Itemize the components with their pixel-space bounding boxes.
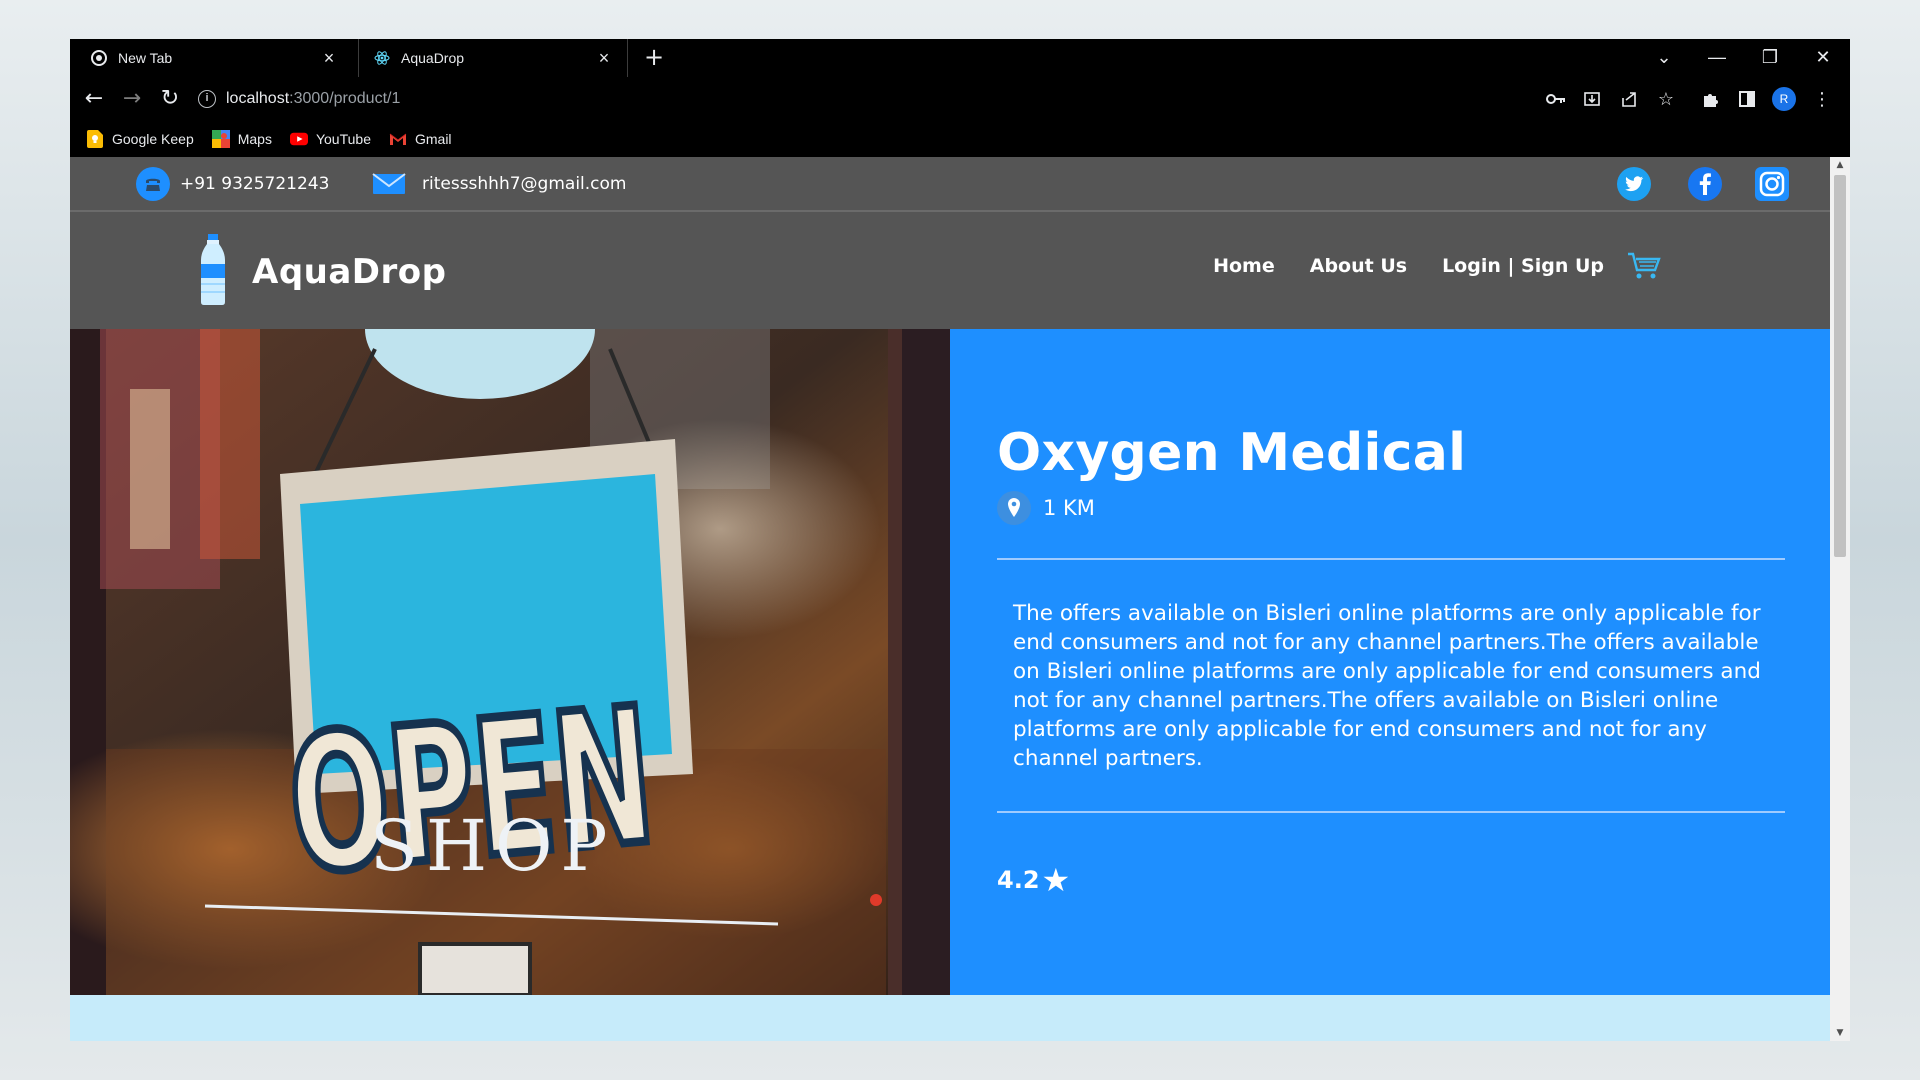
twitter-icon[interactable] — [1615, 165, 1653, 203]
menu-kebab-icon[interactable]: ⋮ — [1806, 83, 1838, 115]
distance-info: 1 KM — [997, 491, 1095, 525]
scroll-up-arrow-icon[interactable]: ▲ — [1830, 157, 1850, 173]
address-row: ← → ↻ i localhost:3000/product/1 ☆ R ⋮ — [70, 77, 1850, 121]
react-icon — [373, 49, 391, 67]
close-tab-icon[interactable]: × — [320, 48, 338, 69]
divider-top — [997, 558, 1785, 560]
bookmark-youtube[interactable]: YouTube — [289, 130, 371, 148]
reload-icon[interactable]: ↻ — [154, 83, 186, 115]
site-info-icon[interactable]: i — [198, 90, 216, 108]
facebook-icon[interactable] — [1686, 165, 1724, 203]
forward-arrow-icon[interactable]: → — [116, 83, 148, 115]
bookmark-gmail[interactable]: Gmail — [389, 130, 452, 148]
url-path: :3000/product/1 — [289, 90, 401, 107]
phone-contact[interactable]: +91 9325721243 — [136, 167, 329, 201]
bookmark-maps[interactable]: Maps — [211, 130, 272, 148]
tab-title: AquaDrop — [401, 50, 465, 66]
email-contact[interactable]: ritessshhh7@gmail.com — [372, 167, 626, 201]
page-viewport: +91 9325721243 ritessshhh7@gmail.com Aqu… — [70, 157, 1830, 1041]
contact-bar: +91 9325721243 ritessshhh7@gmail.com — [70, 157, 1830, 212]
browser-window: New Tab × AquaDrop × + ⌄ — ❐ ✕ ← → ↻ i l… — [70, 39, 1850, 1041]
side-panel-icon[interactable] — [1731, 83, 1763, 115]
nav-about-link[interactable]: About Us — [1310, 255, 1407, 277]
instagram-icon[interactable] — [1753, 165, 1791, 203]
key-icon[interactable] — [1540, 83, 1572, 115]
page-scrollbar[interactable]: ▲ ▼ — [1830, 157, 1850, 1041]
url-host: localhost — [226, 90, 290, 107]
phone-number: +91 9325721243 — [180, 174, 330, 194]
main-navbar: AquaDrop Home About Us Login | Sign Up — [70, 212, 1830, 329]
scroll-down-arrow-icon[interactable]: ▼ — [1830, 1025, 1850, 1041]
back-arrow-icon[interactable]: ← — [78, 83, 110, 115]
scrollbar-thumb[interactable] — [1834, 175, 1846, 557]
minimize-button[interactable]: — — [1691, 39, 1743, 77]
tab-aquadrop[interactable]: AquaDrop × — [358, 39, 628, 77]
brand-name: AquaDrop — [252, 252, 447, 292]
rating: 4.2 ★ — [997, 864, 1070, 896]
mail-icon — [372, 167, 406, 201]
product-title: Oxygen Medical — [997, 423, 1467, 483]
gmail-icon — [389, 130, 407, 148]
close-tab-icon[interactable]: × — [595, 48, 613, 69]
address-bar[interactable]: i localhost:3000/product/1 — [198, 83, 1508, 115]
nav-login-link[interactable]: Login | Sign Up — [1442, 255, 1604, 277]
maps-icon — [211, 130, 230, 148]
new-tab-button[interactable]: + — [640, 44, 668, 72]
chrome-icon — [90, 49, 108, 67]
youtube-icon — [289, 130, 308, 148]
location-pin-icon — [997, 491, 1031, 525]
product-description: The offers available on Bisleri online p… — [1013, 601, 1761, 771]
email-address: ritessshhh7@gmail.com — [422, 174, 627, 194]
restore-button[interactable]: ❐ — [1744, 39, 1796, 77]
bookmarks-bar: Google Keep Maps YouTube Gmail — [70, 121, 1850, 157]
rating-value: 4.2 — [997, 866, 1040, 894]
phone-icon — [136, 167, 170, 201]
water-bottle-icon — [198, 234, 228, 310]
nav-home-link[interactable]: Home — [1213, 255, 1275, 277]
product-hero: OPEN SHOP Oxygen Medical 1 KM The offers… — [70, 329, 1830, 995]
bookmark-star-icon[interactable]: ☆ — [1650, 83, 1682, 115]
nav-links: Home About Us Login | Sign Up — [1178, 250, 1662, 282]
install-icon[interactable] — [1576, 83, 1608, 115]
divider-bottom — [997, 811, 1785, 813]
distance-value: 1 KM — [1043, 496, 1095, 520]
next-section-strip — [70, 995, 1830, 1041]
tab-title: New Tab — [118, 50, 173, 66]
extensions-icon[interactable] — [1694, 83, 1726, 115]
bookmark-google-keep[interactable]: Google Keep — [86, 130, 194, 148]
brand-logo-link[interactable]: AquaDrop — [198, 234, 447, 310]
share-icon[interactable] — [1613, 83, 1645, 115]
tab-new-tab[interactable]: New Tab × — [76, 39, 352, 77]
tab-search-icon[interactable]: ⌄ — [1638, 39, 1690, 77]
sign-shop-text: SHOP — [370, 805, 616, 887]
cart-icon[interactable] — [1626, 250, 1662, 282]
product-details-panel: Oxygen Medical 1 KM The offers available… — [950, 329, 1830, 995]
star-icon: ★ — [1041, 861, 1071, 899]
close-window-button[interactable]: ✕ — [1797, 39, 1849, 77]
tab-strip: New Tab × AquaDrop × + ⌄ — ❐ ✕ — [70, 39, 1850, 77]
shop-photo: OPEN SHOP — [70, 329, 950, 995]
profile-avatar[interactable]: R — [1768, 83, 1800, 115]
keep-icon — [86, 130, 104, 148]
